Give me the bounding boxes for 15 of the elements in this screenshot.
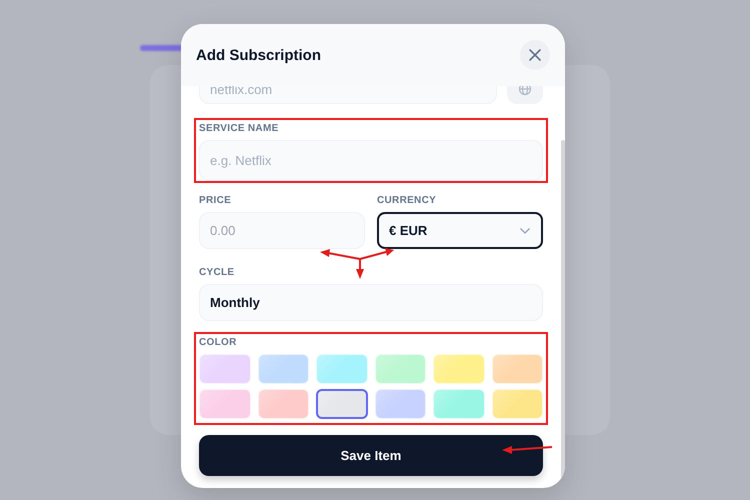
currency-dropdown[interactable]: € EUR — [377, 212, 543, 249]
cycle-field[interactable]: Monthly — [199, 284, 543, 321]
chevron-down-icon — [519, 226, 531, 234]
field-label: CYCLE — [199, 267, 236, 279]
close-button[interactable] — [520, 40, 550, 70]
dialog-title: Add Subscription — [196, 46, 321, 64]
price-field[interactable]: 0.00 — [199, 212, 365, 249]
field-label: CURRENCY — [377, 195, 438, 207]
field-label: SERVICE NAME — [199, 123, 280, 135]
close-icon — [528, 48, 542, 62]
service-name-field[interactable]: e.g. Netflix — [199, 140, 543, 181]
field-label: COLOR — [199, 337, 238, 349]
color-swatch[interactable] — [316, 389, 368, 419]
save-button[interactable]: Save Item — [199, 435, 543, 476]
field-label: PRICE — [199, 195, 232, 207]
